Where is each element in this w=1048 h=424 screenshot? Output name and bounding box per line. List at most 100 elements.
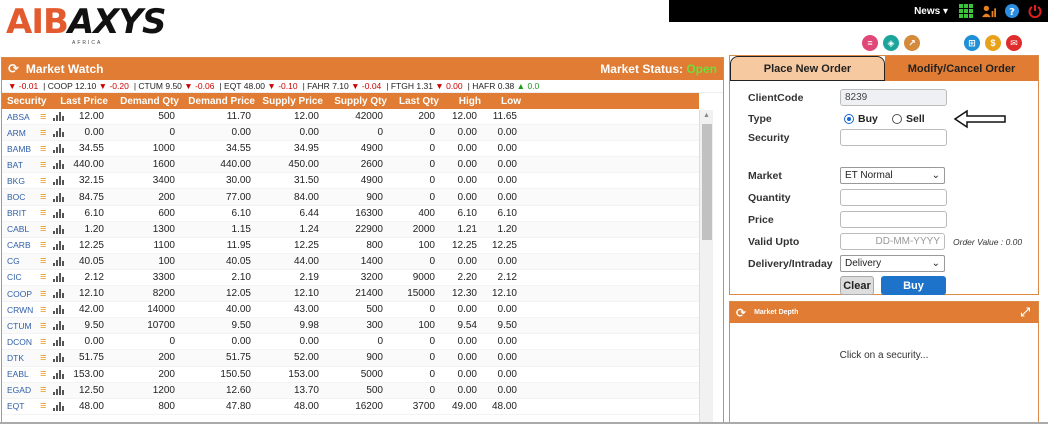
menu-icon[interactable]: ≡ — [40, 369, 46, 380]
security-link[interactable]: DTK — [2, 353, 38, 363]
price-input[interactable] — [840, 211, 947, 228]
table-row[interactable]: ARM ≡ 0.00 0 0.00 0.00 0 0 0.00 0.00 — [2, 125, 699, 142]
security-link[interactable]: BKG — [2, 176, 38, 186]
scrollbar[interactable]: ▲ — [699, 110, 713, 424]
security-link[interactable]: EABL — [2, 369, 38, 379]
bar-chart-icon[interactable] — [53, 208, 65, 218]
menu-icon[interactable]: ≡ — [40, 272, 46, 283]
bar-chart-icon[interactable] — [53, 144, 65, 154]
table-row[interactable]: ABSA ≡ 12.00 500 11.70 12.00 42000 200 12.00 11.6… — [2, 109, 699, 126]
market-select[interactable]: ET Normal ⌄ — [840, 167, 945, 184]
table-row[interactable]: BKG ≡ 32.15 3400 30.00 31.50 4900 0 0.00 0.00 — [2, 173, 699, 190]
menu-icon[interactable]: ≡ — [40, 385, 46, 396]
buy-button[interactable]: Buy — [881, 276, 946, 295]
bar-chart-icon[interactable] — [53, 240, 65, 250]
cart-icon[interactable]: ⊞ — [964, 35, 980, 51]
table-row[interactable]: CTUM ≡ 9.50 10700 9.50 9.98 300 100 9.54 9.50 — [2, 318, 699, 335]
bar-chart-icon[interactable] — [53, 321, 65, 331]
bar-chart-icon[interactable] — [53, 337, 65, 347]
news-menu[interactable]: News ▾ — [914, 6, 948, 17]
bar-chart-icon[interactable] — [53, 112, 65, 122]
table-row[interactable]: CRWN ≡ 42.00 14000 40.00 43.00 500 0 0.00 0.00 — [2, 302, 699, 319]
column-header[interactable]: Supply Price — [261, 96, 329, 107]
table-row[interactable]: BAMB ≡ 34.55 1000 34.55 34.95 4900 0 0.00 0.00 — [2, 141, 699, 158]
security-link[interactable]: COOP — [2, 289, 38, 299]
bar-chart-icon[interactable] — [53, 272, 65, 282]
quantity-input[interactable] — [840, 189, 947, 206]
table-row[interactable]: COOP ≡ 12.10 8200 12.05 12.10 21400 15000 12.30 1… — [2, 286, 699, 303]
menu-icon[interactable]: ≡ — [40, 224, 46, 235]
menu-icon[interactable]: ≡ — [40, 288, 46, 299]
power-icon[interactable] — [1028, 4, 1042, 18]
message-icon[interactable]: ✉ — [1006, 35, 1022, 51]
valid-upto-input[interactable]: DD-MM-YYYY — [840, 233, 945, 250]
security-link[interactable]: ARM — [2, 128, 38, 138]
table-row[interactable]: EGAD ≡ 12.50 1200 12.60 13.70 500 0 0.00 0.00 — [2, 382, 699, 399]
menu-icon[interactable]: ≡ — [40, 352, 46, 363]
menu-icon[interactable]: ≡ — [40, 159, 46, 170]
menu-icon[interactable]: ≡ — [40, 256, 46, 267]
security-link[interactable]: EQT — [2, 401, 38, 411]
menu-icon[interactable]: ≡ — [40, 127, 46, 138]
clear-button[interactable]: Clear — [840, 276, 874, 295]
grid-icon[interactable] — [959, 4, 973, 18]
scroll-thumb[interactable] — [702, 124, 712, 240]
bar-chart-icon[interactable] — [53, 401, 65, 411]
bar-chart-icon[interactable] — [53, 128, 65, 138]
bar-chart-icon[interactable] — [53, 385, 65, 395]
table-row[interactable]: BOC ≡ 84.75 200 77.00 84.00 900 0 0.00 0.00 — [2, 189, 699, 206]
security-link[interactable]: CRWN — [2, 305, 38, 315]
security-link[interactable]: CTUM — [2, 321, 38, 331]
security-link[interactable]: BRIT — [2, 208, 38, 218]
security-link[interactable]: CABL — [2, 224, 38, 234]
bar-chart-icon[interactable] — [53, 369, 65, 379]
chart-swirl-icon[interactable]: ↗ — [904, 35, 920, 51]
bar-chart-icon[interactable] — [53, 353, 65, 363]
table-row[interactable]: CABL ≡ 1.20 1300 1.15 1.24 22900 2000 1.21 1.20 — [2, 221, 699, 238]
tab-place-new-order[interactable]: Place New Order — [730, 56, 885, 81]
security-link[interactable]: CIC — [2, 272, 38, 282]
menu-icon[interactable]: ≡ — [40, 208, 46, 219]
bar-chart-icon[interactable] — [53, 289, 65, 299]
table-row[interactable]: CARB ≡ 12.25 1100 11.95 12.25 800 100 12.25 12.25 — [2, 238, 699, 254]
bar-chart-icon[interactable] — [53, 224, 65, 234]
coin-icon[interactable]: $ — [985, 35, 1001, 51]
security-link[interactable]: ABSA — [2, 112, 38, 122]
layers-icon[interactable]: ◈ — [883, 35, 899, 51]
menu-icon[interactable]: ≡ — [40, 111, 46, 122]
menu-icon[interactable]: ≡ — [40, 320, 46, 331]
expand-icon[interactable]: ⤢ — [1020, 305, 1030, 320]
table-row[interactable]: CG ≡ 40.05 100 40.05 44.00 1400 0 0.00 0.00 — [2, 253, 699, 270]
table-row[interactable]: DCON ≡ 0.00 0 0.00 0.00 0 0 0.00 0.00 — [2, 334, 699, 351]
table-row[interactable]: CIC ≡ 2.12 3300 2.10 2.19 3200 9000 2.20 2.12 — [2, 270, 699, 287]
scroll-up-icon[interactable]: ▲ — [700, 110, 713, 122]
security-link[interactable]: BAMB — [2, 144, 38, 154]
help-icon[interactable]: ? — [1005, 4, 1019, 18]
column-header[interactable]: Last Qty — [393, 96, 445, 107]
column-header[interactable]: Demand Price — [185, 96, 261, 107]
type-buy-radio[interactable]: Buy — [844, 113, 878, 125]
column-header[interactable]: Supply Qty — [329, 96, 393, 107]
menu-icon[interactable]: ≡ — [40, 143, 46, 154]
bar-chart-icon[interactable] — [53, 160, 65, 170]
menu-icon[interactable]: ≡ — [40, 336, 46, 347]
security-input[interactable] — [840, 129, 947, 146]
bar-chart-icon[interactable] — [53, 176, 65, 186]
table-row[interactable]: BRIT ≡ 6.10 600 6.10 6.44 16300 400 6.10 6.10 — [2, 206, 699, 222]
column-header[interactable]: Low — [487, 96, 527, 107]
refresh-icon[interactable]: ⟳ — [736, 306, 746, 320]
security-link[interactable]: BAT — [2, 160, 38, 170]
refresh-icon[interactable]: ⟳ — [8, 61, 19, 77]
table-row[interactable]: EABL ≡ 153.00 200 150.50 153.00 5000 0 0.00 0.00 — [2, 367, 699, 383]
menu-icon[interactable]: ≡ — [40, 175, 46, 186]
menu-icon[interactable]: ≡ — [40, 240, 46, 251]
tab-modify-cancel-order[interactable]: Modify/Cancel Order — [885, 56, 1038, 81]
security-link[interactable]: CARB — [2, 240, 38, 250]
table-row[interactable]: BAT ≡ 440.00 1600 440.00 450.00 2600 0 0.00 0.00 — [2, 157, 699, 174]
table-row[interactable]: DTK ≡ 51.75 200 51.75 52.00 900 0 0.00 0.00 — [2, 350, 699, 367]
bar-chart-icon[interactable] — [53, 256, 65, 266]
security-link[interactable]: EGAD — [2, 385, 38, 395]
type-sell-radio[interactable]: Sell — [892, 113, 925, 125]
client-code-field[interactable]: 8239 — [840, 89, 947, 106]
user-chart-icon[interactable] — [982, 4, 996, 18]
